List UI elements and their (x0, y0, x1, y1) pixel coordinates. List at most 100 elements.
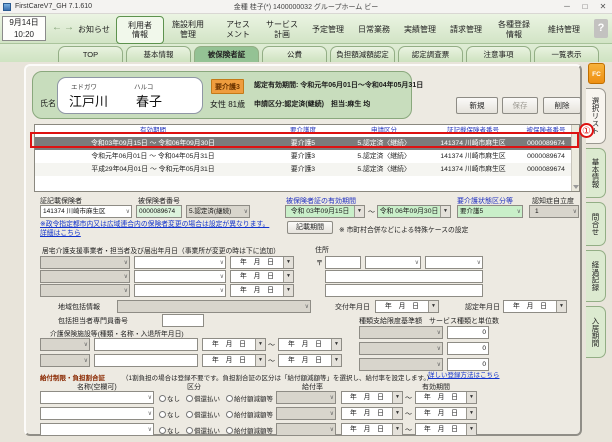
benefit-to-date-2[interactable]: 年 月 日 (415, 407, 477, 420)
menu-item-results[interactable]: 実績管理 (404, 25, 436, 35)
tab-insured-card[interactable]: 被保険者証 (194, 46, 259, 62)
side-tab-progress-record[interactable]: 経過記録 (586, 250, 606, 302)
radio-reduction[interactable]: 給付額減額等 (226, 425, 273, 435)
menu-item-facility-use[interactable]: 施設利用 管理 (172, 20, 204, 39)
issue-datefield[interactable]: 年 月 日 (375, 300, 439, 313)
postal-code-input[interactable] (325, 256, 361, 269)
benefit-rate-select-3[interactable] (276, 423, 336, 436)
unit-count-input-2[interactable]: 0 (447, 342, 489, 355)
provider-select-2[interactable] (40, 270, 130, 283)
unit-count-input-1[interactable]: 0 (447, 326, 489, 339)
minimize-button[interactable]: － (558, 0, 576, 13)
facility-type-select-2[interactable] (40, 354, 90, 367)
benefit-help-link[interactable]: 詳しい登録方法はこちら (428, 372, 500, 381)
table-row-current[interactable]: 令和03年09月15日 ～ 令和06年09月30日 要介護5 5.認定済〈継続〉… (35, 137, 579, 150)
provider-select-1[interactable] (40, 256, 130, 269)
facility-out-date-1[interactable]: 年 月 日 (278, 338, 342, 351)
provider-staff-select-1[interactable] (134, 256, 226, 269)
provider-date-2[interactable]: 年 月 日 (230, 270, 294, 283)
radio-reduction[interactable]: 給付額減額等 (226, 393, 273, 403)
facility-type-select-1[interactable] (40, 338, 90, 351)
address-line-2-input[interactable] (325, 284, 483, 297)
menu-item-notice[interactable]: お知らせ (78, 25, 110, 35)
menu-item-billing[interactable]: 請求管理 (450, 25, 482, 35)
provider-select-3[interactable] (40, 284, 130, 297)
back-icon[interactable]: ← (52, 22, 62, 33)
radio-reimburse[interactable]: 償還払い (186, 409, 220, 419)
side-tab-residence-period[interactable]: 入居期間 (586, 306, 606, 358)
tab-list-view[interactable]: 一覧表示 (534, 46, 599, 62)
menu-item-schedule[interactable]: 予定管理 (312, 25, 344, 35)
menu-item-assessment[interactable]: アセス メント (226, 20, 250, 39)
forward-icon[interactable]: → (64, 22, 74, 33)
benefit-name-combo-2[interactable] (40, 407, 154, 420)
facility-out-date-2[interactable]: 年 月 日 (278, 354, 342, 367)
delete-button[interactable]: 削除 (543, 97, 581, 114)
menu-item-maintenance[interactable]: 維持管理 (548, 25, 580, 35)
radio-none[interactable]: なし (159, 409, 180, 419)
service-type-select-1[interactable] (359, 326, 443, 339)
facility-in-date-1[interactable]: 年 月 日 (202, 338, 266, 351)
service-type-select-3[interactable] (359, 358, 443, 371)
tab-cert-survey[interactable]: 認定調査票 (398, 46, 463, 62)
insurer-select[interactable]: 141374 川崎市麻生区 (40, 205, 132, 218)
maximize-button[interactable]: □ (576, 0, 594, 13)
benefit-name-combo-3[interactable] (40, 423, 154, 436)
recording-period-button[interactable]: 記載期間 (287, 221, 333, 234)
radio-none[interactable]: なし (159, 393, 180, 403)
side-tab-inquiry[interactable]: 問合せ (586, 202, 606, 246)
city-select[interactable] (425, 256, 483, 269)
unit-count-input-3[interactable]: 0 (447, 358, 489, 371)
menu-item-user-info[interactable]: 利用者 情報 (116, 16, 164, 44)
validity-to-datefield[interactable]: 令和 06年09月30日 (377, 205, 451, 218)
table-row[interactable]: 平成29年04月01日 ～ 令和元年05月31日 要介護3 5.認定済〈継続〉 … (35, 163, 579, 176)
provider-staff-select-2[interactable] (134, 270, 226, 283)
radio-reimburse[interactable]: 償還払い (186, 425, 220, 435)
benefit-from-date-1[interactable]: 年 月 日 (341, 391, 403, 404)
benefit-rate-select-2[interactable] (276, 407, 336, 420)
dementia-select[interactable]: 1 (529, 205, 579, 218)
tab-basic-info[interactable]: 基本情報 (126, 46, 191, 62)
facility-name-input-1[interactable] (94, 338, 198, 351)
tab-cautions[interactable]: 注意事項 (466, 46, 531, 62)
table-scrollbar[interactable] (571, 125, 579, 191)
benefit-rate-select-1[interactable] (276, 391, 336, 404)
benefit-to-date-3[interactable]: 年 月 日 (415, 423, 477, 436)
cert-datefield[interactable]: 年 月 日 (503, 300, 567, 313)
service-type-select-2[interactable] (359, 342, 443, 355)
validity-from-datefield[interactable]: 令和 03年09月15日 (285, 205, 365, 218)
radio-none[interactable]: なし (159, 425, 180, 435)
table-row[interactable]: 令和元年06月01日 ～ 令和04年05月31日 要介護3 5.認定済〈継続〉 … (35, 150, 579, 163)
tab-burden-reduction[interactable]: 負担額減額認定 (330, 46, 395, 62)
facility-in-date-2[interactable]: 年 月 日 (202, 354, 266, 367)
menu-item-daily-work[interactable]: 日常業務 (358, 25, 390, 35)
application-select[interactable]: 5.認定済(継続) (186, 205, 250, 218)
radio-reimburse[interactable]: 償還払い (186, 393, 220, 403)
help-icon[interactable]: ? (594, 19, 608, 38)
benefit-from-date-2[interactable]: 年 月 日 (341, 407, 403, 420)
benefit-name-combo-1[interactable] (40, 391, 154, 404)
prefecture-select[interactable] (365, 256, 421, 269)
provider-staff-select-3[interactable] (134, 284, 226, 297)
tab-public-expense[interactable]: 公費 (262, 46, 327, 62)
community-info-select[interactable] (117, 300, 311, 313)
address-line-1-input[interactable] (325, 270, 483, 283)
close-button[interactable]: ✕ (594, 0, 612, 13)
facility-name-input-2[interactable] (94, 354, 198, 367)
firstcare-icon[interactable]: FC (588, 63, 605, 84)
menu-item-registrations[interactable]: 各種登録 情報 (498, 20, 530, 39)
tab-top[interactable]: TOP (58, 46, 123, 62)
care-manager-number-input[interactable] (162, 314, 204, 327)
provider-date-1[interactable]: 年 月 日 (230, 256, 294, 269)
menu-item-service-plan[interactable]: サービス 計画 (266, 20, 298, 39)
insurer-change-notice-link[interactable]: ※政令指定都市内又は広域連合内の保険者変更の場合は設定が異なります。詳細はこちら (40, 221, 276, 238)
side-tab-basic-info[interactable]: 基本情報 (586, 148, 606, 198)
provider-date-3[interactable]: 年 月 日 (230, 284, 294, 297)
care-level-select[interactable]: 要介護5 (457, 205, 523, 218)
radio-reduction[interactable]: 給付額減額等 (226, 409, 273, 419)
insured-number-input[interactable]: 0000089674 (136, 205, 182, 218)
benefit-to-date-1[interactable]: 年 月 日 (415, 391, 477, 404)
new-button[interactable]: 新規 (456, 97, 498, 114)
benefit-from-date-3[interactable]: 年 月 日 (341, 423, 403, 436)
save-button[interactable]: 保存 (502, 97, 538, 114)
